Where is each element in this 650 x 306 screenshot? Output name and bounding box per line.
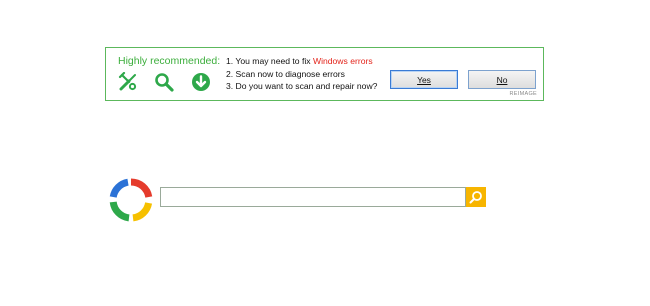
download-icon[interactable] [191, 72, 211, 92]
scan-offer-banner: Highly recommended: 1. You may need to f… [105, 47, 544, 101]
step-3: 3. Do you want to scan and repair now? [226, 81, 378, 91]
step-1: 1. You may need to fix Windows errors [226, 56, 373, 66]
search-icon[interactable] [154, 72, 174, 92]
search-engine-logo [109, 178, 153, 222]
tools-icon[interactable] [118, 71, 138, 92]
yes-button[interactable]: Yes [390, 70, 458, 89]
no-button[interactable]: No [468, 70, 536, 89]
search-button[interactable] [466, 187, 486, 207]
windows-errors-link[interactable]: Windows errors [313, 56, 373, 66]
banner-title: Highly recommended: [118, 55, 221, 67]
step-2: 2. Scan now to diagnose errors [226, 68, 345, 79]
steps-list: 1. You may need to fix Windows errors 2.… [226, 55, 377, 93]
magnifier-icon [469, 191, 482, 204]
search-input[interactable] [160, 187, 466, 207]
brand-label: REIMAGE [509, 91, 537, 97]
